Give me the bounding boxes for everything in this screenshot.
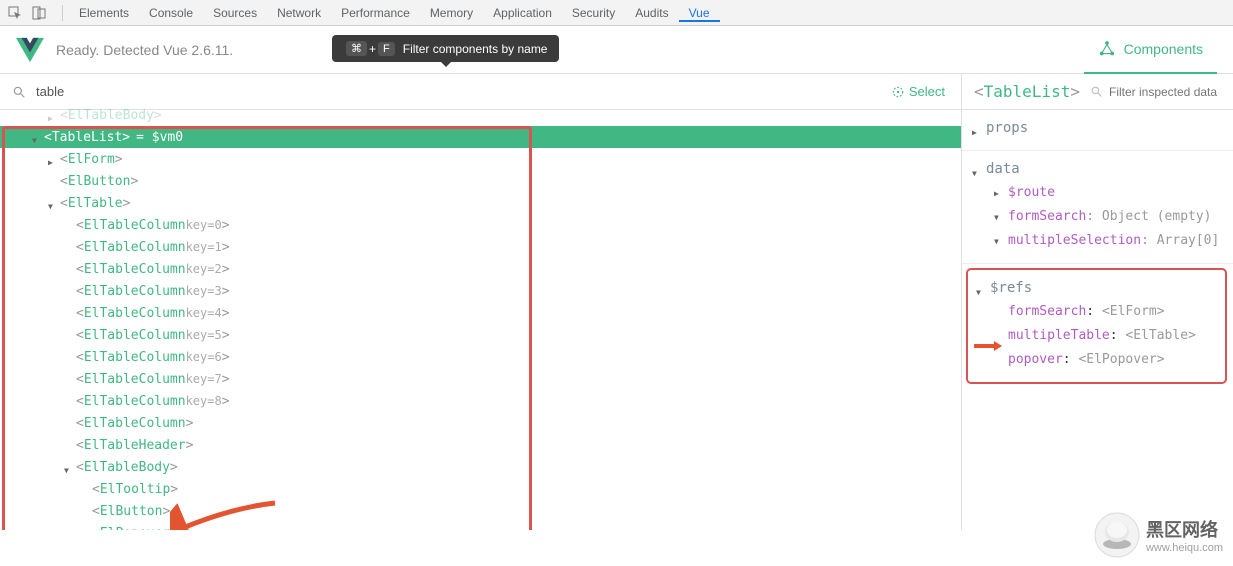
data-section[interactable]: data $routeformSearch: Object (empty)mul… [962, 151, 1233, 264]
data-row[interactable]: formSearch: Object (empty) [972, 205, 1233, 229]
tree-node[interactable]: <TableList>= $vm0 [0, 126, 961, 148]
refs-section[interactable]: $refs formSearch: <ElForm>multipleTable:… [966, 268, 1227, 384]
devtools-tab-network[interactable]: Network [267, 6, 331, 20]
tree-node[interactable]: <ElButton> [0, 500, 961, 522]
tree-node[interactable]: <ElTooltip> [0, 478, 961, 500]
device-icon[interactable] [32, 6, 46, 20]
tree-node[interactable]: <ElTableColumn key=6> [0, 346, 961, 368]
inspect-icon[interactable] [8, 6, 22, 20]
tree-node[interactable]: <ElTableBody> [0, 104, 961, 126]
tree-node[interactable]: <ElPopover> [0, 522, 961, 530]
inspected-component-title: <TableList> [974, 82, 1080, 101]
components-icon [1098, 40, 1116, 58]
tree-node[interactable]: <ElTableColumn> [0, 412, 961, 434]
refs-row[interactable]: formSearch: <ElForm> [972, 300, 1221, 324]
inspector-header: <TableList> [962, 74, 1233, 110]
vue-header-bar: Ready. Detected Vue 2.6.11. ⌘ + F Filter… [0, 26, 1233, 74]
tab-components[interactable]: Components [1084, 26, 1217, 74]
devtools-tab-security[interactable]: Security [562, 6, 625, 20]
data-row[interactable]: $route [972, 181, 1233, 205]
devtools-tab-sources[interactable]: Sources [203, 6, 267, 20]
props-section[interactable]: props [962, 110, 1233, 151]
devtools-tab-elements[interactable]: Elements [69, 6, 139, 20]
tree-node[interactable]: <ElTableColumn key=4> [0, 302, 961, 324]
inspector-panel: <TableList> props data $routeformSearch:… [962, 74, 1233, 530]
tree-node[interactable]: <ElButton> [0, 170, 961, 192]
devtools-tab-vue[interactable]: Vue [679, 6, 720, 22]
tree-node[interactable]: <ElTableColumn key=2> [0, 258, 961, 280]
devtools-tab-memory[interactable]: Memory [420, 6, 483, 20]
devtools-tab-application[interactable]: Application [483, 6, 562, 20]
tree-node[interactable]: <ElTableColumn key=5> [0, 324, 961, 346]
search-icon [12, 85, 26, 99]
refs-row[interactable]: popover: <ElPopover> [972, 348, 1221, 372]
filter-components-input[interactable] [36, 84, 879, 99]
data-row[interactable]: multipleSelection: Array[0] [972, 229, 1233, 253]
vue-status-text: Ready. Detected Vue 2.6.11. [56, 42, 233, 58]
tree-node[interactable]: <ElTableColumn key=8> [0, 390, 961, 412]
tree-node[interactable]: <ElTableHeader> [0, 434, 961, 456]
main-split: Select <ElTableBody><TableList>= $vm0<El… [0, 74, 1233, 530]
tree-node[interactable]: <ElTableColumn key=0> [0, 214, 961, 236]
tree-node[interactable]: <ElTableColumn key=1> [0, 236, 961, 258]
devtools-tab-console[interactable]: Console [139, 6, 203, 20]
select-button[interactable]: Select [891, 84, 945, 99]
search-icon [1090, 85, 1103, 98]
vue-logo-icon [16, 36, 44, 64]
refs-row[interactable]: multipleTable: <ElTable> [972, 324, 1221, 348]
filter-inspected-input[interactable] [1109, 85, 1233, 99]
component-tree[interactable]: <ElTableBody><TableList>= $vm0<ElForm><E… [0, 110, 961, 530]
target-icon [891, 85, 905, 99]
devtools-tab-performance[interactable]: Performance [331, 6, 420, 20]
tree-panel: Select <ElTableBody><TableList>= $vm0<El… [0, 74, 962, 530]
devtools-tab-audits[interactable]: Audits [625, 6, 678, 20]
tree-node[interactable]: <ElForm> [0, 148, 961, 170]
tree-node[interactable]: <ElTableColumn key=7> [0, 368, 961, 390]
tree-node[interactable]: <ElTableColumn key=3> [0, 280, 961, 302]
annotation-arrow-icon [974, 340, 1002, 352]
filter-tooltip: ⌘ + F Filter components by name [332, 35, 559, 62]
tree-node[interactable]: <ElTable> [0, 192, 961, 214]
devtools-tabstrip: ElementsConsoleSourcesNetworkPerformance… [0, 0, 1233, 26]
tree-node[interactable]: <ElTableBody> [0, 456, 961, 478]
